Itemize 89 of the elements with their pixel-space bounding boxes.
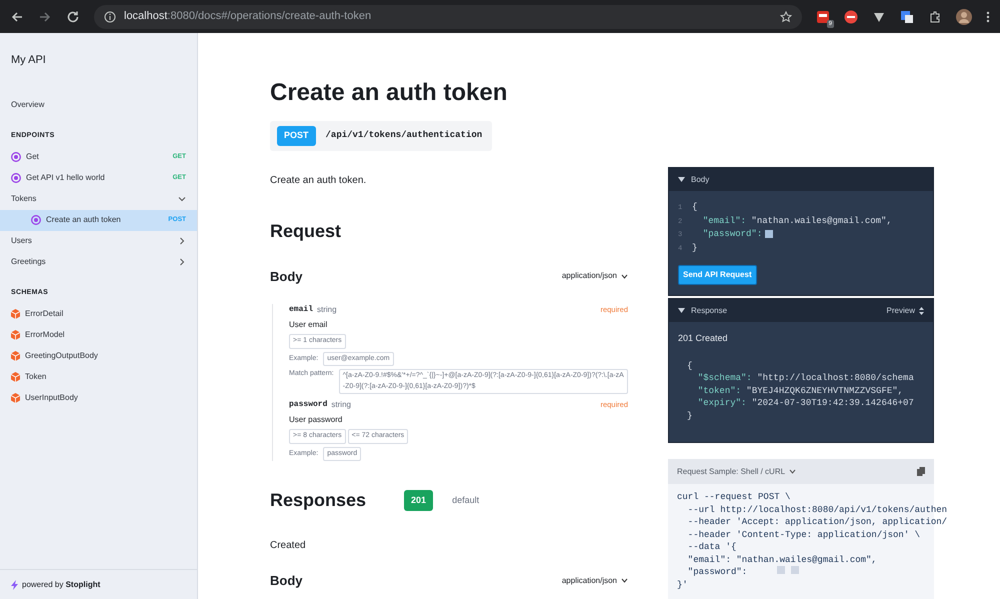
sidebar-item[interactable]: GreetingOutputBody (0, 346, 197, 366)
page-title: Create an auth token (270, 78, 508, 108)
address-bar[interactable]: localhost:8080/docs#/operations/create-auth-token (94, 4, 802, 28)
cube-icon (11, 330, 20, 340)
code-line: "$schema": "http://localhost:8080/schema (696, 373, 914, 383)
item-label: ErrorDetail (25, 308, 64, 320)
api-title: My API (10, 53, 47, 68)
item-label: Token (25, 371, 46, 383)
star-icon[interactable] (780, 10, 792, 22)
response-status: 201 Created (677, 332, 729, 345)
endpoint-path: /api/v1/tokens/authentication (326, 129, 482, 142)
caret-down-icon[interactable] (678, 177, 685, 182)
content-type-select[interactable]: application/json (562, 574, 628, 587)
code-line: } (687, 410, 692, 420)
cube-icon (11, 372, 20, 382)
section-title: Request (270, 220, 342, 243)
field-description: User email (289, 319, 328, 331)
code-line: curl --request POST \ (677, 492, 790, 502)
sidebar-item[interactable]: ErrorModel (0, 324, 197, 346)
chevron-down-icon (789, 468, 796, 475)
avatar-icon[interactable] (956, 8, 972, 24)
field-name: email (289, 304, 314, 316)
item-label: Greetings (11, 256, 46, 268)
sidebar-item[interactable]: UserInputBody (0, 388, 197, 408)
field-type: string (331, 399, 351, 411)
code-line: --url http://localhost:8080/api/v1/tokens/authen (686, 504, 948, 514)
panel-title: Body (691, 174, 710, 186)
sidebar-item[interactable]: ErrorDetail (0, 304, 197, 324)
code-line: "password": (702, 229, 762, 239)
info-icon (104, 10, 116, 22)
cube-icon (11, 393, 20, 403)
sidebar-item[interactable]: Overview (0, 94, 197, 116)
endpoint-icon (11, 152, 21, 162)
code-line: }' (677, 580, 688, 590)
back-icon[interactable] (10, 10, 24, 24)
method-badge: POST (277, 126, 316, 146)
field-description: User password (289, 414, 344, 426)
item-label: ErrorModel (25, 329, 65, 341)
subsection-title: Body (270, 268, 302, 286)
sidebar-item[interactable]: Tokens (0, 188, 197, 210)
menu-icon[interactable] (986, 10, 990, 24)
code-line: "expiry": "2024-07-30T19:42:39.142646+07 (696, 398, 914, 408)
sort-icon (919, 306, 924, 314)
item-label: UserInputBody (25, 392, 78, 404)
puzzle-icon[interactable] (928, 10, 942, 24)
item-label: Users (11, 235, 32, 247)
caret-down-icon[interactable] (678, 308, 685, 313)
chevron-down-icon (621, 577, 628, 584)
section-title: Responses (270, 489, 366, 512)
sidebar-item[interactable]: Users (0, 230, 197, 252)
code-line: { (692, 202, 698, 212)
code-line: "email": "nathan.wailes@gmail.com", (686, 554, 877, 564)
copy-icon[interactable] (917, 467, 925, 476)
bolt-icon (11, 580, 18, 590)
reload-icon[interactable] (66, 10, 80, 24)
code-line: --header 'Accept: application/json, application/ (686, 517, 948, 527)
url-text: localhost:8080/docs#/operations/create-auth-token (124, 9, 372, 24)
subsection-title: Body (270, 572, 302, 590)
panel-title: Response (691, 304, 728, 316)
sidebar-item[interactable]: Greetings (0, 252, 197, 272)
stop-sign-icon[interactable] (844, 10, 858, 24)
endpoint-icon (31, 215, 41, 225)
item-label: Create an auth token (46, 214, 121, 226)
code-line: "token": "BYEJ4HZQK6ZNEYHVTNMZZVSGFE", (696, 386, 904, 396)
item-label: Tokens (11, 193, 36, 205)
content-type-select[interactable]: application/json (562, 270, 628, 282)
cube-icon (11, 309, 20, 319)
response-code-tab[interactable]: default (445, 490, 486, 512)
code-line: { (687, 360, 692, 370)
code-line: --header 'Content-Type: application/json' \ (686, 530, 920, 540)
chevron-down-icon (621, 272, 628, 280)
view-select[interactable]: Preview (886, 304, 924, 316)
code-line: --data '{ (686, 542, 736, 552)
sidebar-item[interactable]: Token (0, 366, 197, 388)
code-line: "email": "nathan.wailes@gmail.com", (702, 216, 892, 226)
response-description: Created (270, 539, 307, 553)
operation-description: Create an auth token. (270, 174, 368, 188)
item-label: Get (26, 151, 39, 163)
item-label: GreetingOutputBody (25, 350, 98, 362)
footer-text: powered by Stoplight (22, 578, 100, 590)
field-type: string (317, 304, 337, 316)
item-label: Overview (11, 99, 44, 111)
cube-icon (11, 351, 20, 361)
code-line: } (692, 242, 698, 252)
endpoint-icon (11, 173, 21, 183)
code-line: "password": (686, 567, 748, 577)
field-name: password (289, 399, 328, 411)
forward-icon[interactable] (38, 10, 52, 24)
item-label: Get API v1 hello world (26, 172, 105, 184)
